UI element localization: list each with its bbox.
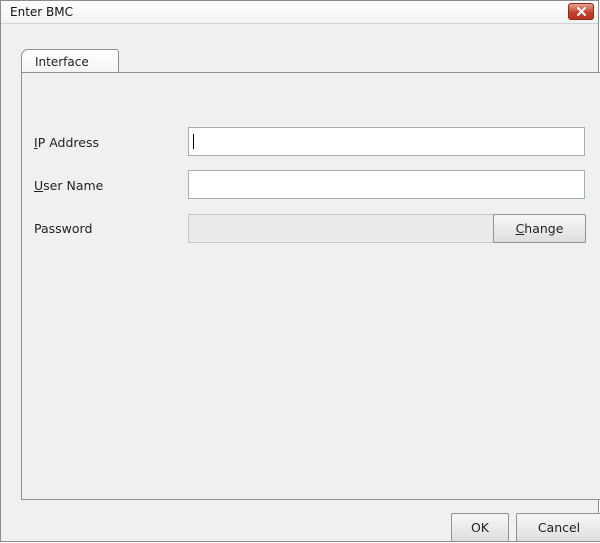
ip-address-input[interactable]	[188, 127, 585, 156]
close-icon	[577, 7, 586, 16]
password-field	[188, 214, 494, 243]
dialog-window: Enter BMC Interface IP Address User Name…	[0, 0, 600, 542]
tab-interface[interactable]: Interface	[21, 49, 119, 73]
user-name-label-text: ser Name	[43, 178, 104, 193]
ip-address-label: IP Address	[34, 135, 99, 150]
change-mnemonic: C	[515, 221, 525, 236]
text-caret	[193, 134, 194, 149]
change-password-button[interactable]: Change	[493, 214, 586, 243]
user-name-mnemonic: U	[34, 178, 44, 193]
user-name-input[interactable]	[188, 170, 585, 199]
window-title: Enter BMC	[10, 5, 73, 19]
tab-interface-label: Interface	[35, 55, 89, 69]
change-label-text: hange	[524, 221, 564, 236]
title-bar[interactable]: Enter BMC	[1, 1, 598, 24]
ip-address-label-text: P Address	[37, 135, 99, 150]
close-button[interactable]	[568, 3, 594, 20]
user-name-label: User Name	[34, 178, 103, 193]
ok-button[interactable]: OK	[451, 513, 509, 542]
cancel-button[interactable]: Cancel	[516, 513, 600, 542]
password-label: Password	[34, 221, 93, 236]
